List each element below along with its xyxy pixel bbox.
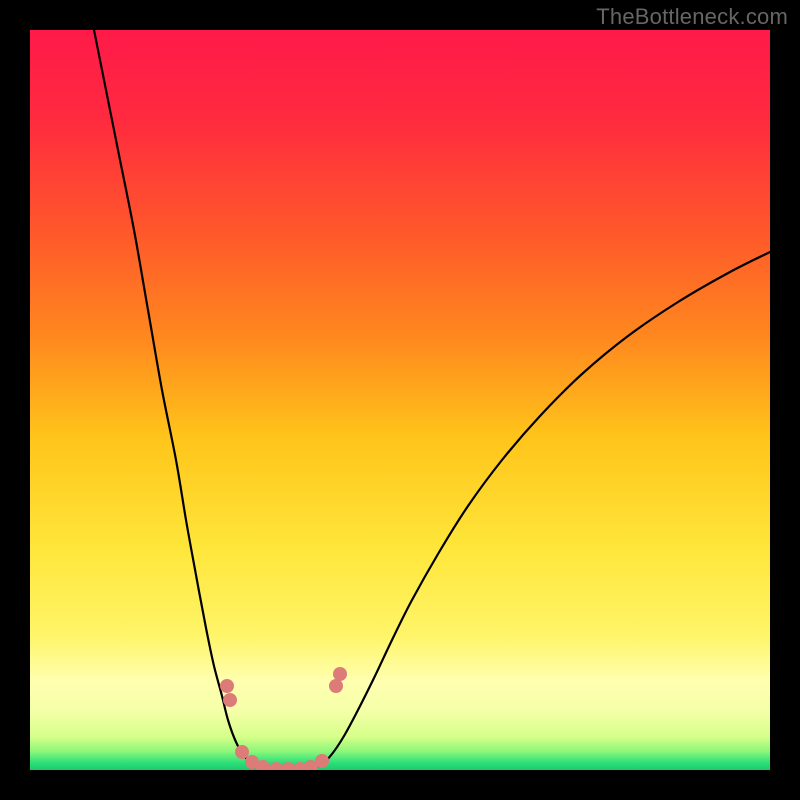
data-marker	[281, 762, 295, 770]
chart-frame: TheBottleneck.com	[0, 0, 800, 800]
watermark-text: TheBottleneck.com	[596, 4, 788, 30]
data-marker	[235, 745, 249, 759]
data-marker	[269, 762, 283, 770]
data-marker	[333, 667, 347, 681]
marker-group	[220, 667, 347, 770]
curve-layer	[30, 30, 770, 770]
plot-area	[30, 30, 770, 770]
data-marker	[329, 679, 343, 693]
data-marker	[315, 754, 329, 768]
data-marker	[220, 679, 234, 693]
bottleneck-curve	[90, 30, 770, 770]
data-marker	[223, 693, 237, 707]
